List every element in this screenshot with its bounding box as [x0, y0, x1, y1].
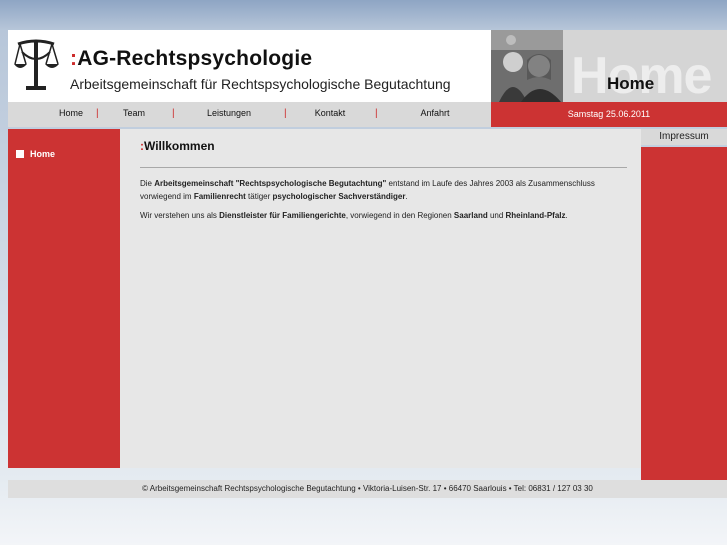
site-subtitle: Arbeitsgemeinschaft für Rechtspsychologi… [70, 76, 451, 92]
intro-paragraph: Die Arbeitsgemeinschaft "Rechtspsycholog… [140, 177, 630, 203]
bold-text: Arbeitsgemeinschaft "Rechtspsychologisch… [154, 179, 387, 188]
sidebar: Home [8, 129, 120, 468]
impressum-link[interactable]: Impressum [641, 129, 727, 145]
main-nav: Home | Team | Leistungen | Kontakt | Anf… [8, 102, 491, 127]
text: und [487, 211, 506, 220]
footer: © Arbeitsgemeinschaft Rechtspsychologisc… [8, 480, 727, 498]
divider [140, 167, 627, 168]
page-title: :Willkommen [140, 139, 215, 153]
bold-text: Rheinland-Pfalz [505, 211, 566, 220]
text: . [565, 211, 568, 220]
nav-item-leistungen[interactable]: Leistungen [207, 108, 251, 118]
right-column [641, 147, 727, 480]
bullet-square-icon [16, 150, 24, 158]
nav-item-team[interactable]: Team [123, 108, 145, 118]
nav-separator: | [375, 108, 378, 119]
family-photo-image [491, 30, 563, 102]
home-banner: Home Home [563, 30, 727, 102]
footer-text: © Arbeitsgemeinschaft Rechtspsychologisc… [142, 484, 593, 493]
header-photo [491, 30, 563, 102]
text: Wir verstehen uns als [140, 211, 220, 220]
text: tätiger [245, 192, 273, 201]
bold-text: Familienrecht [193, 192, 246, 201]
scales-logo-icon[interactable] [12, 36, 60, 94]
text: Die [140, 179, 155, 188]
nav-separator: | [172, 108, 175, 119]
bold-text: Saarland [453, 211, 488, 220]
bold-text: psychologischer Sachverständiger [272, 192, 406, 201]
sidebar-item-home[interactable]: Home [16, 149, 55, 159]
nav-item-anfahrt[interactable]: Anfahrt [420, 108, 449, 118]
services-paragraph: Wir verstehen uns als Dienstleister für … [140, 209, 630, 222]
text: , vorwiegend in den Regionen [345, 211, 454, 220]
page-heading-home: Home [607, 74, 655, 93]
date-bar: Samstag 25.06.2011 [491, 102, 727, 127]
text: . [405, 192, 408, 201]
site-title-text: AG-Rechtspsychologie [77, 47, 313, 70]
current-date: Samstag 25.06.2011 [567, 109, 651, 119]
nav-item-kontakt[interactable]: Kontakt [315, 108, 346, 118]
nav-separator: | [284, 108, 287, 119]
page-title-text: Willkommen [144, 139, 215, 153]
bold-text: Dienstleister für Familiengerichte [219, 211, 346, 220]
nav-separator: | [96, 108, 99, 119]
main-content: :Willkommen Die Arbeitsgemeinschaft "Rec… [120, 129, 641, 468]
nav-item-home[interactable]: Home [59, 108, 83, 118]
site-title[interactable]: :AG-Rechtspsychologie [70, 47, 312, 71]
site-header: :AG-Rechtspsychologie Arbeitsgemeinschaf… [8, 30, 727, 102]
sidebar-item-label: Home [30, 149, 56, 159]
